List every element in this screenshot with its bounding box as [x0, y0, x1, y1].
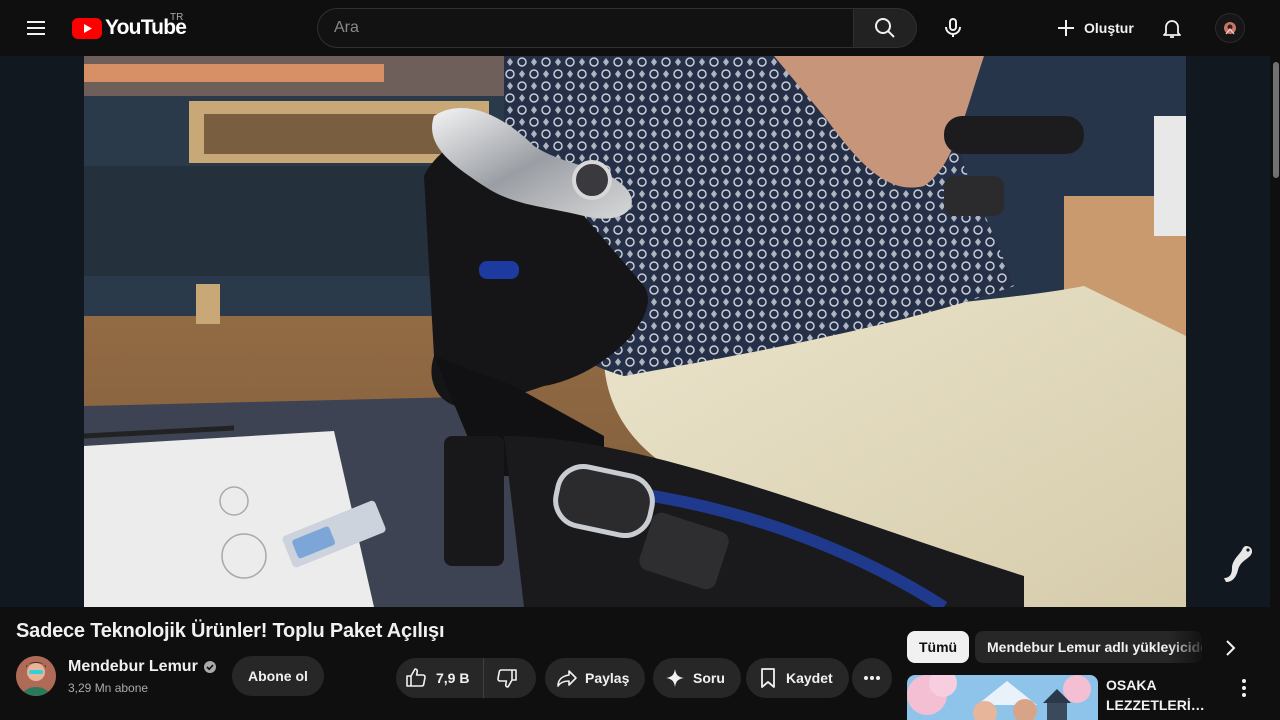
masthead: YouTube TR Oluştur	[0, 0, 1280, 56]
recommendation-title[interactable]: OSAKA LEZZETLERİ ...	[1106, 675, 1206, 715]
search-input[interactable]	[318, 9, 854, 47]
youtube-logo[interactable]: YouTube	[72, 15, 187, 41]
share-label: Paylaş	[585, 670, 630, 686]
save-label: Kaydet	[786, 670, 833, 686]
chevron-right-icon	[1226, 640, 1236, 656]
share-button[interactable]: Paylaş	[545, 658, 646, 698]
like-button[interactable]: 7,9 B	[396, 658, 485, 698]
account-avatar[interactable]	[1215, 13, 1245, 43]
like-icon	[406, 668, 426, 687]
recommendation-menu-button[interactable]	[1224, 668, 1264, 708]
create-label: Oluştur	[1084, 20, 1134, 36]
ask-label: Soru	[693, 670, 725, 686]
dislike-button[interactable]	[484, 658, 530, 698]
guide-menu-button[interactable]	[16, 8, 56, 48]
more-actions-button[interactable]	[852, 658, 892, 698]
country-code: TR	[170, 12, 184, 23]
chips-next-button[interactable]	[1210, 628, 1250, 668]
recommendation-title-line2: LEZZETLERİ ...	[1106, 697, 1206, 713]
verified-badge-icon	[203, 661, 216, 673]
page-scrollbar-thumb[interactable]	[1273, 62, 1279, 178]
search-box	[317, 8, 854, 48]
like-dislike-group: 7,9 B	[396, 658, 536, 698]
avatar-icon	[1224, 22, 1236, 35]
video-title: Sadece Teknolojik Ürünler! Toplu Paket A…	[16, 620, 445, 642]
chips-fade	[1168, 631, 1208, 663]
menu-icon	[27, 21, 45, 35]
search-icon	[875, 18, 895, 38]
sparkle-icon	[666, 669, 684, 687]
bookmark-icon	[761, 668, 775, 688]
more-vertical-icon	[1242, 679, 1246, 697]
youtube-logo-icon	[72, 17, 102, 39]
ask-button[interactable]: Soru	[653, 658, 741, 698]
plus-icon	[1058, 20, 1074, 36]
more-horizontal-icon	[864, 676, 880, 680]
share-icon	[557, 670, 577, 687]
like-count: 7,9 B	[436, 670, 470, 686]
channel-avatar-image	[16, 656, 56, 696]
subscriber-count: 3,29 Mn abone	[68, 681, 149, 695]
dislike-icon	[497, 669, 518, 688]
chip-all[interactable]: Tümü	[907, 631, 970, 663]
subscribe-button[interactable]: Abone ol	[232, 656, 324, 696]
search-button[interactable]	[853, 8, 917, 48]
bell-icon	[1163, 20, 1181, 38]
video-player[interactable]	[84, 56, 1186, 607]
channel-name: Mendebur Lemur	[68, 658, 198, 675]
create-button[interactable]: Oluştur	[1046, 8, 1150, 48]
mic-icon	[945, 18, 961, 37]
voice-search-button[interactable]	[933, 8, 973, 48]
recommendation-thumbnail[interactable]	[907, 675, 1098, 720]
channel-watermark-icon[interactable]	[1218, 540, 1258, 588]
save-button[interactable]: Kaydet	[746, 658, 849, 698]
thumbnail-image	[907, 675, 1098, 720]
recommendation-title-line1: OSAKA	[1106, 677, 1157, 693]
notifications-button[interactable]	[1152, 8, 1192, 48]
channel-avatar[interactable]	[16, 656, 56, 696]
channel-name-link[interactable]: Mendebur Lemur	[68, 658, 217, 676]
